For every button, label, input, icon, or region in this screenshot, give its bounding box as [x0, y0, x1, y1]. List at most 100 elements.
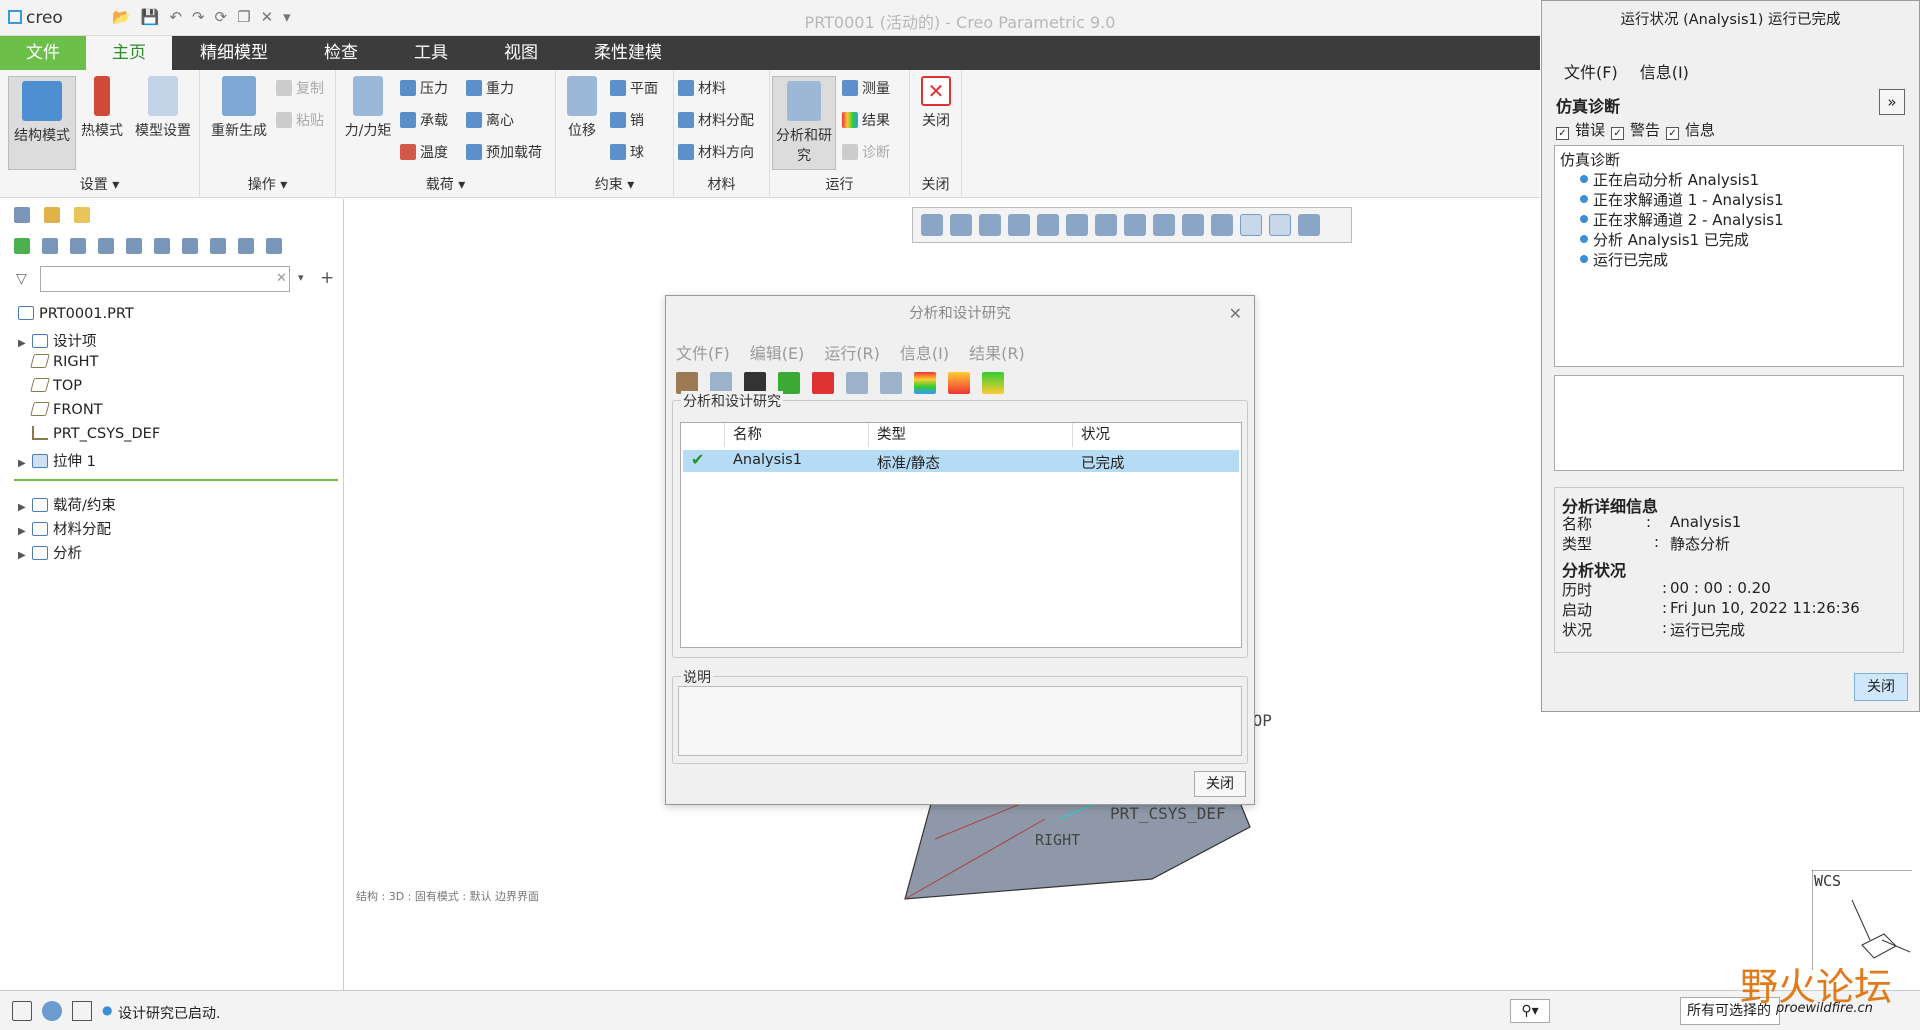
tree-columns-icon[interactable] [98, 238, 114, 254]
col-status[interactable]: 状况 [1073, 423, 1241, 447]
tab-tools[interactable]: 工具 [386, 36, 476, 70]
run-status-close-button[interactable]: 关闭 [1854, 673, 1908, 701]
model-setup-button[interactable]: 模型设置 [130, 76, 196, 140]
regenerate-button[interactable]: 重新生成 [206, 76, 272, 140]
tree-layers-icon[interactable] [210, 238, 226, 254]
results-button[interactable]: 结果 [842, 110, 890, 130]
section-icon[interactable] [1153, 214, 1175, 236]
tab-inspect[interactable]: 检查 [296, 36, 386, 70]
tree-hierarchy-icon[interactable] [70, 238, 86, 254]
material-orientation-button[interactable]: 材料方向 [678, 142, 754, 162]
undo-icon[interactable]: ↶ [169, 8, 182, 26]
copy-button[interactable]: 复制 [276, 78, 324, 98]
ball-button[interactable]: 球 [610, 142, 644, 162]
menu-run[interactable]: 运行(R) [824, 340, 880, 364]
zoom-in-icon[interactable] [950, 214, 972, 236]
navigator-toggle-icon[interactable] [12, 1001, 32, 1021]
message-detail-box[interactable] [1554, 375, 1904, 471]
material-button[interactable]: 材料 [678, 78, 726, 98]
annotation-display-icon[interactable] [1211, 214, 1233, 236]
col-name[interactable]: 名称 [725, 423, 869, 447]
description-text[interactable] [678, 686, 1242, 756]
analyses-studies-button[interactable]: 分析和研究 [772, 76, 836, 170]
zoom-out-icon[interactable] [979, 214, 1001, 236]
simulation-display-icon[interactable] [1298, 214, 1320, 236]
run-settings-icon[interactable] [880, 372, 902, 394]
add-filter-icon[interactable]: + [320, 268, 334, 288]
favorites-tab-icon[interactable] [74, 207, 90, 223]
search-dropdown-icon[interactable]: ▾ [298, 271, 304, 284]
tree-filter-icon[interactable] [126, 238, 142, 254]
warnings-checkbox[interactable]: ✓ 警告 [1611, 119, 1660, 140]
fullscreen-icon[interactable] [72, 1001, 92, 1021]
tree-item-part[interactable]: PRT0001.PRT [18, 306, 134, 322]
menu-file[interactable]: 文件(F) [676, 340, 730, 364]
tree-search-input[interactable] [40, 266, 290, 292]
tree-model-icon[interactable] [238, 238, 254, 254]
tab-refine-model[interactable]: 精细模型 [172, 36, 296, 70]
folder-browser-tab-icon[interactable] [44, 207, 60, 223]
tree-item-loads-constraints[interactable]: ▶ 载荷/约束 [18, 494, 116, 515]
open-icon[interactable]: 📂 [112, 8, 131, 26]
browser-toggle-icon[interactable] [42, 1001, 62, 1021]
repaint-icon[interactable] [1008, 214, 1030, 236]
structure-mode-button[interactable]: 结构模式 [8, 76, 76, 170]
tree-item-right[interactable]: RIGHT [30, 354, 98, 370]
tree-item-material-assign[interactable]: ▶ 材料分配 [18, 518, 111, 539]
group-label-constraints[interactable]: 约束 ▾ [556, 174, 673, 194]
pin-button[interactable]: 销 [610, 110, 644, 130]
csys-display-icon[interactable] [1269, 214, 1291, 236]
customize-icon[interactable]: ▾ [283, 8, 291, 26]
tab-home[interactable]: 主页 [86, 36, 172, 70]
diagnostics-button[interactable]: 诊断 [842, 142, 890, 162]
tree-list-icon[interactable] [42, 238, 58, 254]
tree-settings-icon[interactable] [154, 238, 170, 254]
errors-checkbox[interactable]: ✓ 错误 [1556, 119, 1605, 140]
pressure-button[interactable]: 压力 [400, 78, 448, 98]
tree-item-analyses[interactable]: ▶ 分析 [18, 542, 82, 563]
results-report-icon[interactable] [982, 372, 1004, 394]
info-checkbox[interactable]: ✓ 信息 [1666, 119, 1715, 140]
group-label-setup[interactable]: 设置 ▾ [0, 174, 199, 194]
tab-file[interactable]: 文件 [0, 36, 86, 70]
tab-flexible-modeling[interactable]: 柔性建模 [566, 36, 690, 70]
force-moment-button[interactable]: 力/力矩 [340, 76, 396, 140]
show-icon[interactable] [14, 238, 30, 254]
insert-here-line[interactable] [14, 479, 338, 481]
menu-info[interactable]: 信息(I) [900, 340, 949, 364]
dialog-close-icon[interactable]: ✕ [1229, 304, 1242, 323]
tab-view[interactable]: 视图 [476, 36, 566, 70]
rs-menu-info[interactable]: 信息(I) [1640, 59, 1689, 83]
redo-icon[interactable]: ↷ [192, 8, 205, 26]
temperature-button[interactable]: 温度 [400, 142, 448, 162]
clear-search-icon[interactable]: ✕ [276, 271, 287, 286]
menu-edit[interactable]: 编辑(E) [750, 340, 805, 364]
tree-doc-icon[interactable] [266, 238, 282, 254]
displacement-button[interactable]: 位移 [562, 76, 602, 140]
close-ribbon-button[interactable]: ✕ 关闭 [914, 76, 958, 130]
material-assign-button[interactable]: 材料分配 [678, 110, 754, 130]
tree-item-front[interactable]: FRONT [30, 402, 103, 418]
results-compare-icon[interactable] [948, 372, 970, 394]
table-row[interactable]: ✔ Analysis1 标准/静态 已完成 [683, 450, 1239, 472]
tree-item-extrude[interactable]: ▶ 拉伸 1 [18, 450, 96, 471]
run-status-icon[interactable] [846, 372, 868, 394]
save-icon[interactable]: 💾 [141, 8, 160, 26]
preload-button[interactable]: 预加载荷 [466, 142, 542, 162]
tree-item-design-items[interactable]: ▶ 设计项 [18, 330, 97, 351]
stop-run-icon[interactable] [812, 372, 834, 394]
measure-button[interactable]: 测量 [842, 78, 890, 98]
review-results-icon[interactable] [914, 372, 936, 394]
tree-item-csys[interactable]: PRT_CSYS_DEF [32, 426, 160, 442]
refit-icon[interactable] [921, 214, 943, 236]
rs-menu-file[interactable]: 文件(F) [1564, 59, 1618, 83]
regenerate-icon[interactable]: ⟳ [215, 8, 228, 26]
group-label-loads[interactable]: 载荷 ▾ [336, 174, 555, 194]
model-tree-tab-icon[interactable] [14, 207, 30, 223]
centrifugal-button[interactable]: 离心 [466, 110, 514, 130]
thermal-mode-button[interactable]: 热模式 [78, 76, 126, 140]
saved-orientations-icon[interactable] [1095, 214, 1117, 236]
spin-center-icon[interactable] [1240, 214, 1262, 236]
gravity-button[interactable]: 重力 [466, 78, 514, 98]
datum-display-icon[interactable] [1182, 214, 1204, 236]
